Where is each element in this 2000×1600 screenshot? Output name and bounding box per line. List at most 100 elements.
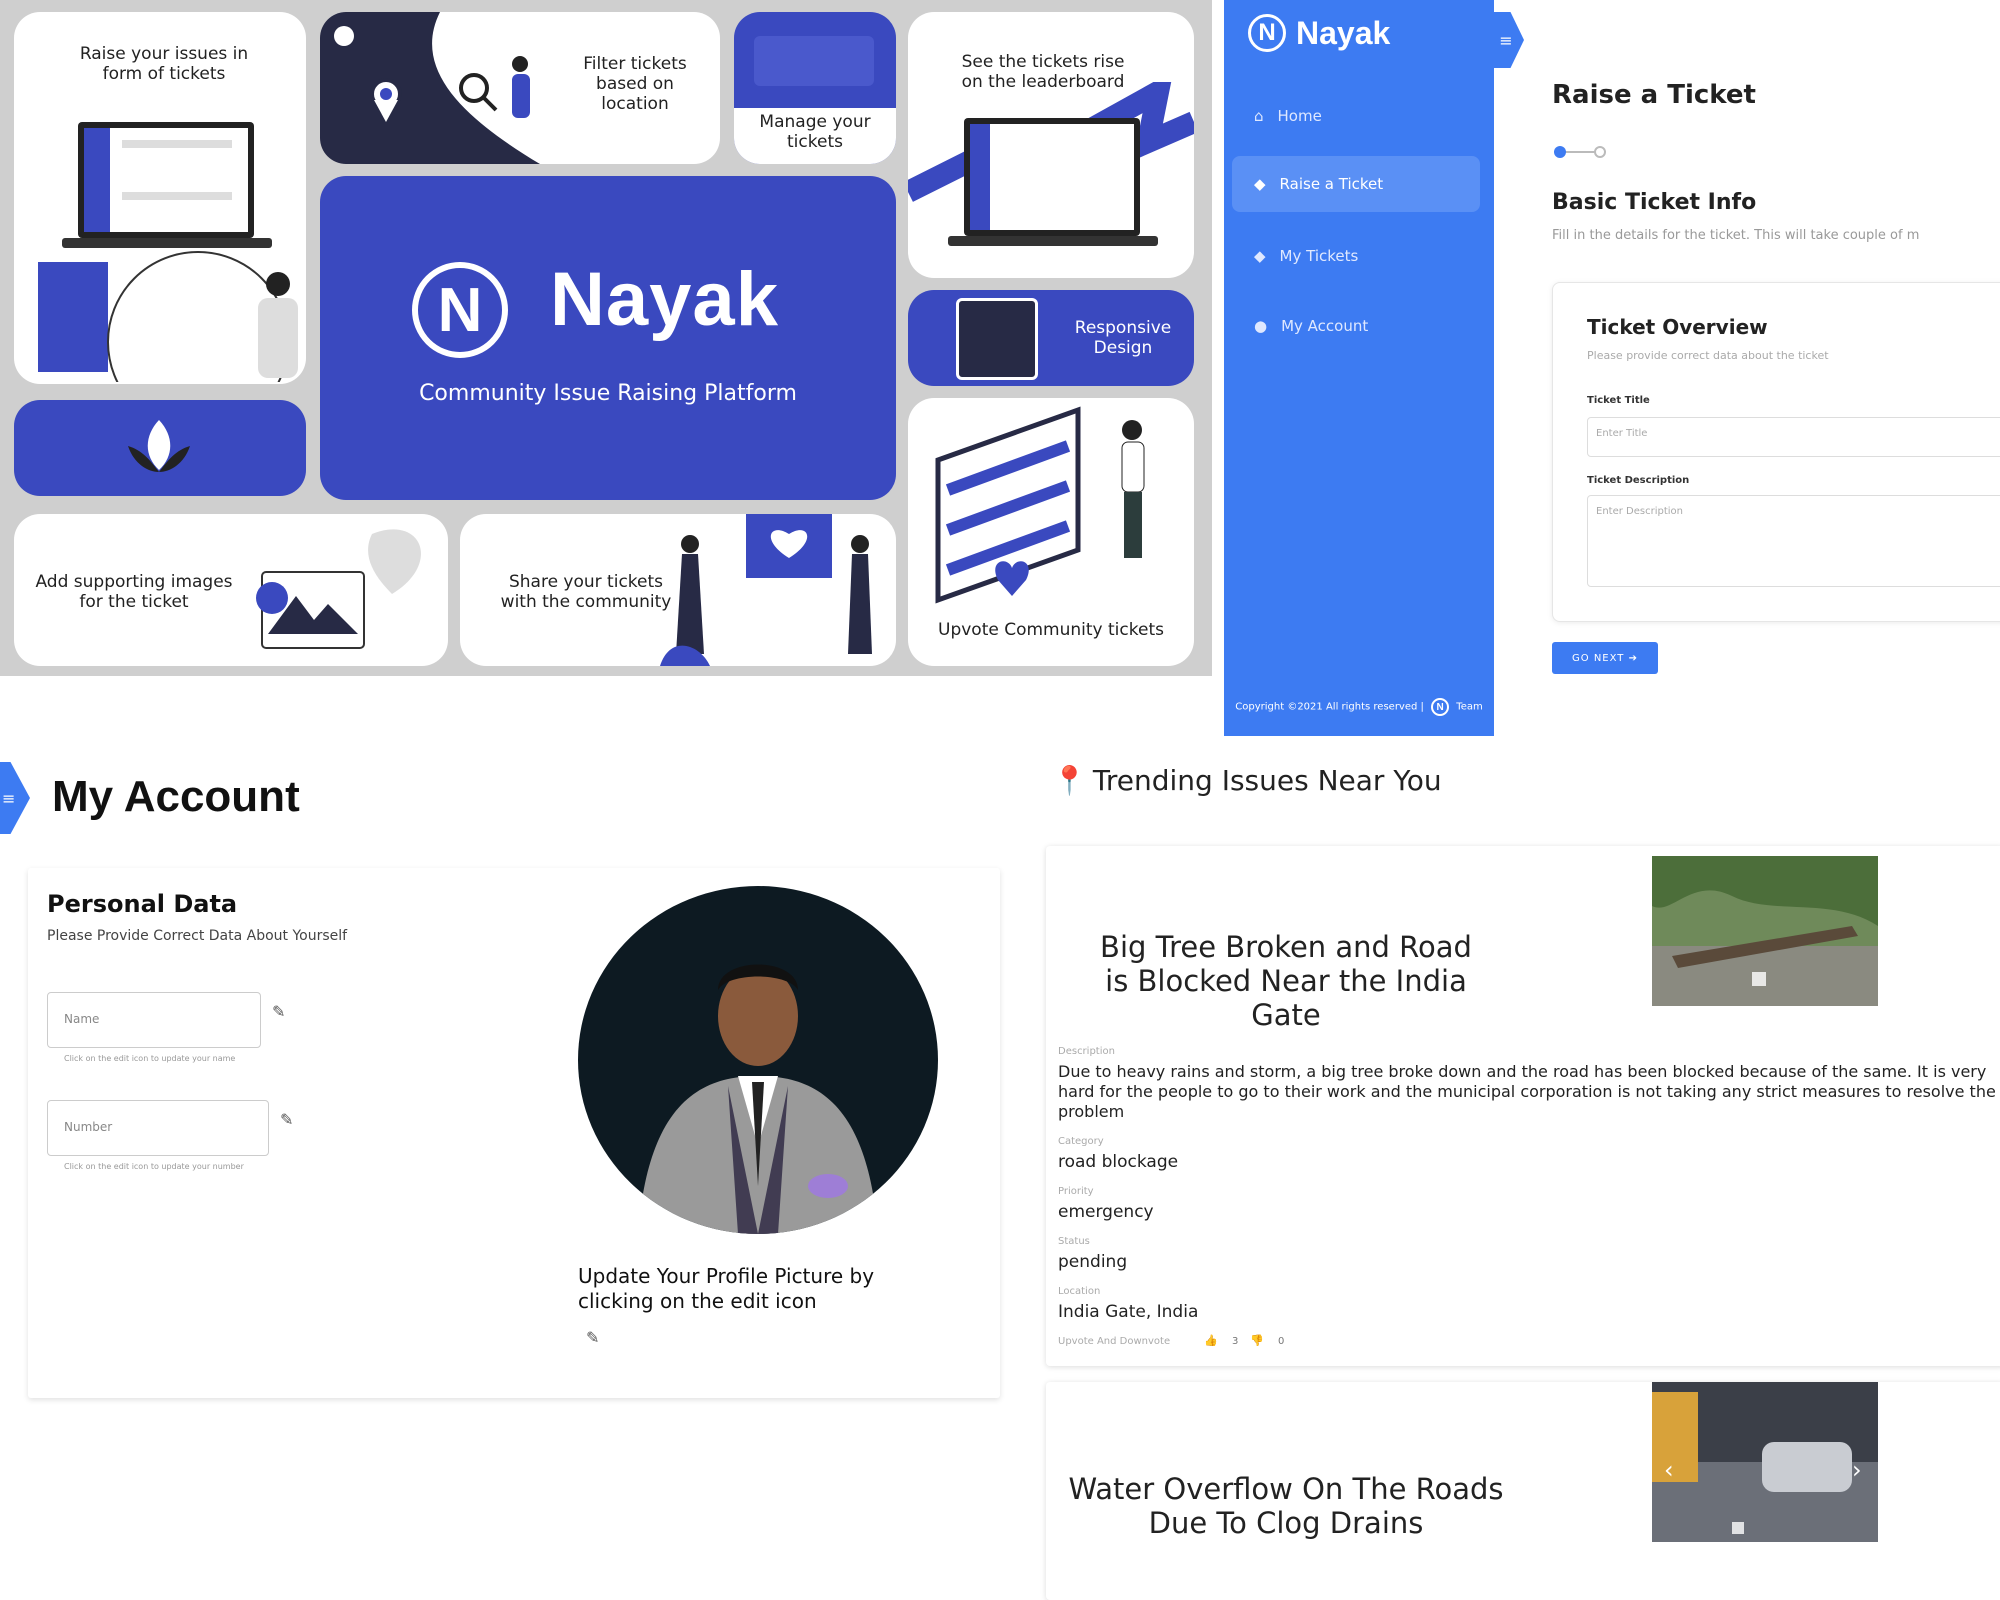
sidebar-item-label: Home (1277, 107, 1322, 125)
hero-tile: N Nayak Community Issue Raising Platform (320, 176, 896, 500)
ticket-icon: ◆ (1254, 175, 1266, 193)
manage-card-shape (754, 36, 874, 86)
card-subtitle: Please provide correct data about the ti… (1587, 349, 1829, 362)
issue-card[interactable]: Big Tree Broken and Road is Blocked Near… (1046, 846, 2000, 1366)
edit-name-pencil-icon[interactable]: ✎ (272, 1002, 285, 1021)
sidebar-logo[interactable]: N Nayak (1248, 14, 1390, 52)
step-1 (1554, 146, 1566, 158)
sidebar-item-label: My Tickets (1279, 247, 1359, 265)
edit-number-pencil-icon[interactable]: ✎ (280, 1110, 293, 1129)
ticket-icon: ◆ (1254, 247, 1266, 265)
issue-card[interactable]: Water Overflow On The Roads Due To Clog … (1046, 1382, 2000, 1600)
issue-image[interactable]: ‹ › (1652, 1382, 1878, 1542)
location-pin-icon: 📍 (1052, 764, 1087, 797)
nayak-logo-icon: N (1431, 698, 1450, 716)
priority-label: Priority (1058, 1186, 1094, 1197)
svg-text:‹: ‹ (1664, 1456, 1674, 1484)
description-value: Due to heavy rains and storm, a big tree… (1058, 1062, 1996, 1121)
number-field[interactable]: Number (47, 1100, 269, 1156)
location-label: Location (1058, 1286, 1101, 1297)
sidebar-item-my-tickets[interactable]: ◆ My Tickets (1232, 228, 1480, 284)
thumbs-down-icon[interactable]: 👎 (1250, 1334, 1264, 1347)
name-field[interactable]: Name (47, 992, 261, 1048)
tile-images-text: Add supporting images for the ticket (35, 572, 233, 612)
status-value: pending (1058, 1252, 1128, 1272)
share-illustration (660, 514, 872, 666)
tile-raise-text: Raise your issues in form of tickets (79, 44, 249, 84)
tile-share-text: Share your tickets with the community (500, 572, 672, 612)
tile-share-community: Share your tickets with the community (460, 514, 896, 666)
tile-upvote-text: Upvote Community tickets (938, 620, 1164, 640)
raise-ticket-screen: N Nayak ⌂ Home ◆ Raise a Ticket ◆ My Tic… (1224, 0, 2000, 736)
image-upload-illustration (256, 529, 421, 649)
lotus-icon (128, 420, 190, 472)
svg-text:›: › (1852, 1456, 1862, 1484)
upvote-illustration (935, 406, 1145, 604)
personal-data-card: Personal Data Please Provide Correct Dat… (28, 868, 1000, 1398)
ticket-description-input[interactable]: Enter Description (1587, 495, 2000, 587)
ticket-overview-card: Ticket Overview Please provide correct d… (1552, 282, 2000, 622)
profile-picture (578, 886, 938, 1234)
sidebar-item-home[interactable]: ⌂ Home (1232, 88, 1480, 144)
filter-illustration (320, 12, 540, 164)
section-subtitle: Please Provide Correct Data About Yourse… (47, 928, 348, 944)
avatar-portrait (638, 964, 878, 1234)
ticket-description-label: Ticket Description (1587, 475, 1690, 486)
card-title: Ticket Overview (1587, 315, 1768, 339)
copyright-footer: Copyright ©2021 All rights reserved | N … (1224, 698, 1494, 716)
category-value: road blockage (1058, 1152, 1179, 1172)
tile-manage-tickets: Manage your tickets (734, 12, 896, 164)
menu-icon: ≡ (2, 788, 16, 808)
sidebar-item-raise-ticket[interactable]: ◆ Raise a Ticket (1232, 156, 1480, 212)
sidebar-toggle[interactable]: ≡ (0, 762, 30, 834)
downvote-count: 0 (1278, 1336, 1285, 1347)
tile-raise-issues: Raise your issues in form of tickets (14, 12, 306, 384)
thumbs-up-icon[interactable]: 👍 (1204, 1334, 1218, 1347)
tile-filter-text: Filter tickets based on location (583, 54, 687, 114)
step-2 (1594, 146, 1606, 158)
sidebar-toggle[interactable]: ≡ (1494, 12, 1524, 68)
tile-add-images: Add supporting images for the ticket (14, 514, 448, 666)
ticket-title-input[interactable]: Enter Title (1587, 417, 2000, 457)
edit-picture-pencil-icon[interactable]: ✎ (586, 1328, 599, 1347)
upvote-count: 3 (1232, 1336, 1239, 1347)
number-hint: Click on the edit icon to update your nu… (64, 1162, 244, 1171)
name-hint: Click on the edit icon to update your na… (64, 1054, 236, 1063)
location-value: India Gate, India (1058, 1302, 1199, 1322)
tile-manage-text: Manage your tickets (759, 112, 871, 152)
priority-value: emergency (1058, 1202, 1154, 1222)
section-subtitle: Fill in the details for the ticket. This… (1552, 228, 1920, 243)
go-next-button[interactable]: GO NEXT ➔ (1552, 642, 1658, 674)
trending-title-text: Trending Issues Near You (1092, 764, 1442, 797)
tile-filter-location: Filter tickets based on location (320, 12, 720, 164)
my-account-screen: ≡ My Account Personal Data Please Provid… (0, 740, 1010, 1600)
page-title: Raise a Ticket (1552, 80, 1756, 110)
tile-responsive-text: Responsive Design (1074, 318, 1172, 358)
trending-issues-screen: 📍 Trending Issues Near You Big Tree Brok… (1028, 740, 2000, 1600)
tile-leaderboard: See the tickets rise on the leaderboard (908, 12, 1194, 278)
page-title: My Account (52, 772, 300, 821)
issue-image[interactable] (1652, 856, 1878, 1006)
nayak-logo-icon: N (1248, 14, 1286, 52)
hero-tagline: Community Issue Raising Platform (419, 381, 797, 406)
user-icon: ● (1254, 317, 1268, 335)
brand-name: Nayak (1296, 14, 1391, 51)
tile-responsive: Responsive Design (908, 290, 1194, 386)
issue-title: Big Tree Broken and Road is Blocked Near… (1100, 930, 1472, 1032)
status-label: Status (1058, 1236, 1090, 1247)
section-title: Basic Ticket Info (1552, 190, 1757, 215)
responsive-phone-shape (956, 298, 1038, 380)
votes-label: Upvote And Downvote (1058, 1336, 1171, 1347)
nayak-logo-icon: N (412, 262, 508, 358)
sidebar-item-label: Raise a Ticket (1279, 175, 1384, 193)
copyright-text: Copyright ©2021 All rights reserved | (1235, 701, 1424, 713)
issue-title: Water Overflow On The Roads Due To Clog … (1068, 1472, 1504, 1540)
flooded-road-photo: ‹ › (1652, 1382, 1878, 1542)
description-label: Description (1058, 1046, 1115, 1057)
profile-picture-caption: Update Your Profile Picture by clicking … (578, 1264, 875, 1313)
raise-ticket-main: Raise a Ticket Basic Ticket Info Fill in… (1552, 0, 2000, 736)
leaderboard-illustration (908, 82, 1194, 246)
menu-icon: ≡ (1499, 30, 1513, 50)
fallen-tree-photo (1652, 856, 1878, 1006)
sidebar-item-my-account[interactable]: ● My Account (1232, 298, 1480, 354)
